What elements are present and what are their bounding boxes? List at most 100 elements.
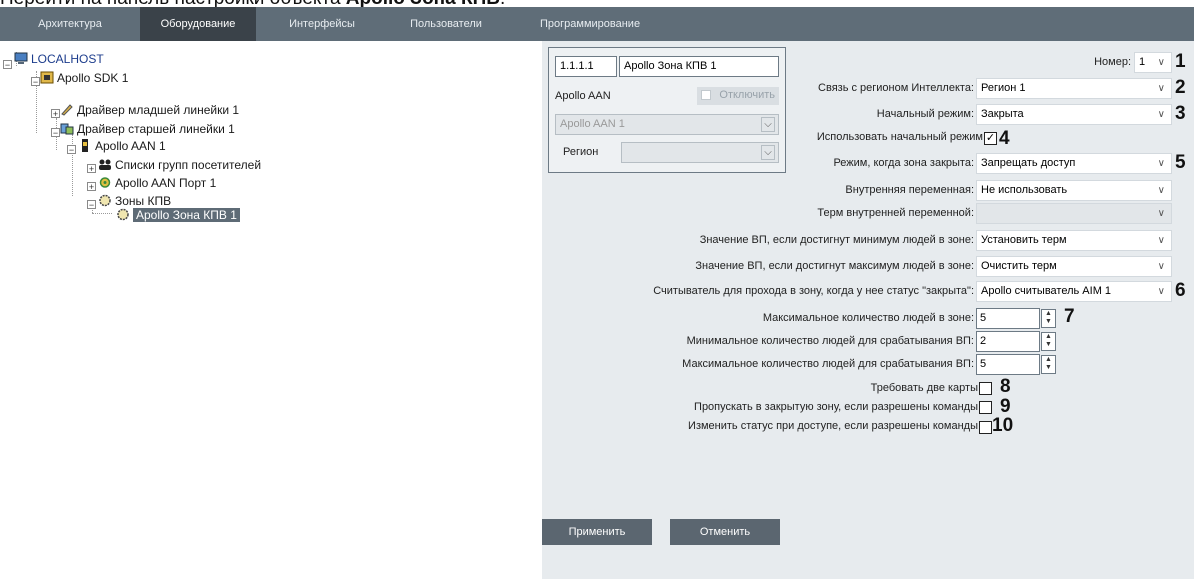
min-trigger-stepper[interactable]: ▲ ▼	[1041, 332, 1056, 351]
object-id-field[interactable]: 1.1.1.1	[555, 56, 617, 77]
settings-panel: 1.1.1.1 Apollo Зона КПВ 1 Apollo AAN Отк…	[542, 41, 1194, 579]
two-cards-label: Требовать две карты	[870, 382, 978, 394]
number-select[interactable]: 1 ∨	[1134, 52, 1172, 73]
marker-7: 7	[1064, 306, 1075, 327]
chevron-down-icon: ∨	[1157, 158, 1165, 169]
tree-collapse-zones[interactable]: −	[87, 200, 96, 210]
region-select[interactable]: ⌵	[621, 142, 779, 163]
change-status-label: Изменить статус при доступе, если разреш…	[688, 420, 978, 432]
tree-expand-port[interactable]: +	[87, 182, 96, 192]
max-trigger-label: Максимальное количество людей для срабат…	[682, 358, 974, 370]
tree-node-zone-1[interactable]: Apollo Зона КПВ 1	[116, 207, 240, 223]
use-initial-mode-label: Использовать начальный режим	[816, 131, 983, 143]
internal-var-select[interactable]: Не использовать ∨	[976, 180, 1172, 201]
min-people-select[interactable]: Установить терм ∨	[976, 230, 1172, 251]
object-card: 1.1.1.1 Apollo Зона КПВ 1 Apollo AAN Отк…	[548, 47, 786, 173]
tree-expand-groups[interactable]: +	[87, 164, 96, 174]
tree-node-visitor-groups[interactable]: Списки групп посетителей	[98, 157, 261, 173]
chevron-down-icon: ∨	[1157, 286, 1165, 297]
tree-collapse-aan[interactable]: −	[67, 145, 76, 155]
closed-mode-label: Режим, когда зона закрыта:	[833, 157, 974, 169]
region-link-select[interactable]: Регион 1 ∨	[976, 78, 1172, 99]
reader-label: Считыватель для прохода в зону, когда у …	[653, 285, 974, 297]
tree-collapse-localhost[interactable]: −	[3, 60, 12, 70]
max-in-zone-stepper[interactable]: ▲ ▼	[1041, 309, 1056, 328]
cancel-button[interactable]: Отменить	[670, 519, 780, 545]
region-link-label: Связь с регионом Интеллекта:	[818, 82, 974, 94]
parent-select: Apollo AAN 1 ⌵	[555, 114, 779, 135]
use-initial-mode-checkbox[interactable]: ✓	[984, 132, 997, 145]
tree-node-apollo-sdk[interactable]: Apollo SDK 1	[40, 70, 128, 86]
chevron-down-icon: ∨	[1157, 185, 1165, 196]
closed-mode-select[interactable]: Запрещать доступ ∨	[976, 153, 1172, 174]
reader-select[interactable]: Apollo считыватель AIM 1 ∨	[976, 281, 1172, 302]
chevron-down-icon: ∨	[1157, 83, 1165, 94]
marker-4: 4	[999, 128, 1010, 149]
change-status-checkbox[interactable]	[979, 421, 992, 434]
tree-node-apollo-aan[interactable]: Apollo AAN 1	[78, 138, 166, 154]
two-cards-checkbox[interactable]	[979, 382, 992, 395]
tab-equipment[interactable]: Оборудование	[140, 7, 256, 41]
computer-icon	[14, 52, 28, 64]
max-trigger-stepper[interactable]: ▲ ▼	[1041, 355, 1056, 374]
number-label: Номер:	[1094, 56, 1131, 68]
max-trigger-field[interactable]: 5	[976, 354, 1040, 375]
region-label: Регион	[563, 146, 599, 158]
chevron-down-icon: ⌵	[761, 145, 775, 160]
apply-button[interactable]: Применить	[542, 519, 652, 545]
tree-collapse-senior-driver[interactable]: −	[51, 128, 60, 138]
pass-closed-label: Пропускать в закрытую зону, если разреше…	[694, 401, 978, 413]
disable-checkbox[interactable]	[701, 90, 711, 100]
marker-1: 1	[1175, 51, 1186, 72]
main-tab-bar: Архитектура Оборудование Интерфейсы Поль…	[0, 7, 1194, 41]
zone-icon	[117, 208, 129, 221]
tab-architecture[interactable]: Архитектура	[0, 7, 140, 41]
marker-8: 8	[1000, 376, 1011, 397]
tree-collapse-sdk[interactable]: −	[31, 77, 40, 87]
driver-senior-icon	[60, 123, 74, 135]
object-name-field[interactable]: Apollo Зона КПВ 1	[619, 56, 779, 77]
chevron-down-icon: ∨	[1157, 235, 1165, 246]
controller-icon	[82, 139, 88, 152]
tab-programming[interactable]: Программирование	[528, 7, 680, 41]
tree-node-localhost[interactable]: LOCALHOST	[14, 51, 104, 67]
driver-icon	[61, 104, 73, 116]
parent-type-label: Apollo AAN	[555, 90, 611, 102]
sdk-icon	[40, 71, 54, 84]
initial-mode-select[interactable]: Закрыта ∨	[976, 104, 1172, 125]
chevron-down-icon: ∨	[1157, 208, 1165, 219]
max-people-label: Значение ВП, если достигнут максимум люд…	[695, 260, 974, 272]
group-icon	[99, 159, 111, 170]
marker-6: 6	[1175, 280, 1186, 301]
marker-10: 10	[992, 415, 1014, 436]
max-in-zone-label: Максимальное количество людей в зоне:	[762, 312, 974, 324]
chevron-down-icon: ⌵	[761, 117, 775, 132]
marker-3: 3	[1175, 103, 1186, 124]
chevron-down-icon: ∨	[1157, 261, 1165, 272]
tree-node-senior-driver[interactable]: Драйвер старшей линейки 1	[60, 121, 235, 137]
pass-closed-checkbox[interactable]	[979, 401, 992, 414]
marker-2: 2	[1175, 77, 1186, 98]
tab-interfaces[interactable]: Интерфейсы	[264, 7, 380, 41]
max-in-zone-field[interactable]: 5	[976, 308, 1040, 329]
max-people-select[interactable]: Очистить терм ∨	[976, 256, 1172, 277]
chevron-down-icon: ∨	[1157, 57, 1165, 68]
port-icon	[99, 177, 111, 188]
min-trigger-field[interactable]: 2	[976, 331, 1040, 352]
min-people-label: Значение ВП, если достигнут минимум люде…	[699, 234, 974, 246]
hardware-tree: − LOCALHOST − Apollo SDK 1 + Драйвер мла…	[0, 41, 542, 579]
marker-9: 9	[1000, 396, 1011, 417]
tree-node-junior-driver[interactable]: Драйвер младшей линейки 1	[60, 102, 239, 118]
disable-toggle[interactable]: Отключить	[697, 87, 779, 105]
zone-icon	[99, 194, 111, 207]
initial-mode-label: Начальный режим:	[876, 108, 974, 120]
tree-node-aan-port[interactable]: Apollo AAN Порт 1	[98, 175, 216, 191]
tab-users[interactable]: Пользователи	[388, 7, 504, 41]
internal-term-label: Терм внутренней переменной:	[817, 207, 974, 219]
min-trigger-label: Минимальное количество людей для срабаты…	[686, 335, 974, 347]
marker-5: 5	[1175, 152, 1186, 173]
tree-expand-junior-driver[interactable]: +	[51, 109, 60, 119]
chevron-down-icon: ∨	[1157, 109, 1165, 120]
disable-label: Отключить	[719, 89, 775, 101]
internal-var-label: Внутренняя переменная:	[845, 184, 974, 196]
